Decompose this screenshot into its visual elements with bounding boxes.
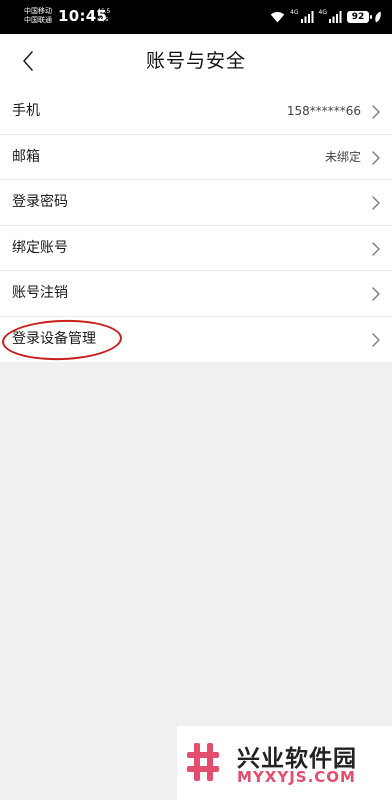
row-label: 邮箱 xyxy=(12,148,40,165)
row-label: 登录密码 xyxy=(12,194,68,210)
chevron-right-icon xyxy=(372,241,380,256)
watermark-url: MYXYJS.COM xyxy=(237,768,356,786)
row-delete-account[interactable]: 账号注销 xyxy=(0,271,392,317)
speed-value: 46.5 xyxy=(97,8,111,15)
status-icons: 4G 4G 92 xyxy=(270,8,382,26)
network-speed: 46.5 K/s xyxy=(97,8,110,24)
network-type-1: 4G xyxy=(290,9,299,16)
row-label: 手机 xyxy=(12,103,40,119)
row-label: 账号注销 xyxy=(12,285,68,301)
battery-indicator: 92 xyxy=(347,11,372,23)
carrier-info: 中国移动 中国联通 xyxy=(24,7,52,25)
chevron-right-icon xyxy=(372,196,380,210)
network-type-2: 4G xyxy=(318,9,327,16)
page-header: 账号与安全 xyxy=(0,34,392,89)
signal-icon-1 xyxy=(300,11,314,23)
row-value: 未绑定 xyxy=(324,149,361,164)
chevron-right-icon xyxy=(372,105,380,119)
status-bar: 中国移动 中国联通 10:45 46.5 K/s 4G 4G 92 xyxy=(0,0,392,34)
chevron-right-icon xyxy=(372,287,380,301)
leaf-icon xyxy=(374,11,382,23)
row-login-password[interactable]: 登录密码 xyxy=(0,180,392,226)
carrier-1: 中国移动 xyxy=(24,7,52,15)
carrier-2: 中国联通 xyxy=(24,16,52,24)
page-title: 账号与安全 xyxy=(145,50,246,72)
hash-logo-icon xyxy=(187,743,219,781)
row-label: 绑定账号 xyxy=(12,239,68,256)
chevron-right-icon xyxy=(372,150,380,165)
row-phone[interactable]: 手机 158******66 xyxy=(0,89,392,135)
row-linked-accounts[interactable]: 绑定账号 xyxy=(0,226,392,271)
chevron-right-icon xyxy=(372,332,380,347)
speed-unit: K/s xyxy=(99,16,109,23)
row-value: 158******66 xyxy=(286,104,361,118)
settings-list: 手机 158******66 邮箱 未绑定 登录密码 绑定账号 账号注销 登录设… xyxy=(0,89,392,362)
wifi-icon xyxy=(270,11,285,23)
row-device-management[interactable]: 登录设备管理 xyxy=(0,317,392,363)
row-label: 登录设备管理 xyxy=(12,330,96,347)
watermark: 兴业软件园 MYXYJS.COM xyxy=(177,726,392,800)
row-email[interactable]: 邮箱 未绑定 xyxy=(0,135,392,180)
signal-icon-2 xyxy=(329,11,342,23)
